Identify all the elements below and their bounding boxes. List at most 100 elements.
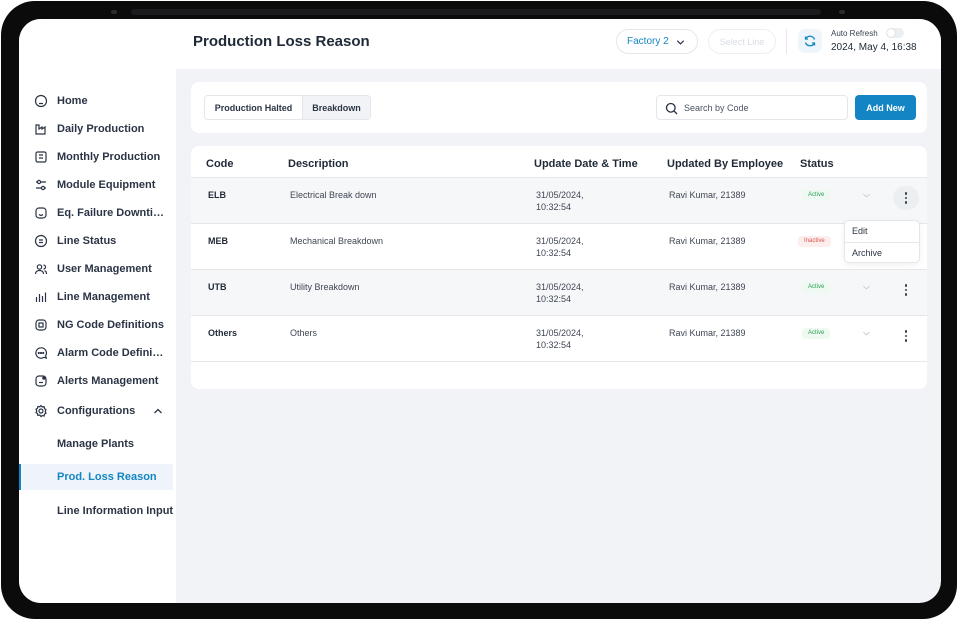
cell-code: Others — [208, 328, 238, 338]
table-row[interactable]: Others Others 31/05/2024, 10:32:54 Ravi … — [191, 316, 927, 362]
cell-time: 10:32:54 — [536, 202, 572, 212]
cell-employee: Ravi Kumar, 21389 — [669, 236, 746, 246]
cell-code: MEB — [208, 236, 228, 246]
top-header: Production Loss Reason Factory 2 Select … — [176, 19, 941, 69]
cell-time: 10:32:54 — [536, 294, 572, 304]
sidebar-item-label: Monthly Production — [57, 151, 161, 163]
chevron-up-icon[interactable] — [152, 405, 164, 417]
search-box — [656, 95, 848, 120]
column-header-status[interactable]: Status — [800, 158, 834, 170]
cell-employee: Ravi Kumar, 21389 — [669, 328, 746, 338]
sidebar-subitem-label: Line Information Input — [57, 505, 174, 517]
chevron-down-icon — [676, 40, 685, 45]
column-header-update-date[interactable]: Update Date & Time — [534, 158, 638, 170]
list-icon — [34, 234, 48, 248]
dot — [904, 330, 908, 333]
page-title: Production Loss Reason — [193, 33, 370, 50]
cell-update-date: 31/05/2024, 10:32:54 — [536, 235, 584, 259]
sidebar-subitem-line-information-input[interactable]: Line Information Input — [19, 498, 173, 524]
column-header-updated-by[interactable]: Updated By Employee — [667, 158, 783, 170]
sidebar-item-label: Alarm Code Definiti... — [57, 347, 167, 359]
sidebar-item-line-management[interactable]: Line Management — [19, 284, 176, 310]
cell-description: Electrical Break down — [290, 190, 377, 200]
cell-date: 31/05/2024, — [536, 236, 584, 246]
chevron-down-icon[interactable] — [861, 282, 872, 293]
dot — [904, 288, 908, 292]
table-row[interactable]: MEB Mechanical Breakdown 31/05/2024, 10:… — [191, 224, 927, 270]
table-row[interactable]: ELB Electrical Break down 31/05/2024, 10… — [191, 178, 927, 224]
sidebar-item-user-management[interactable]: User Management — [19, 256, 176, 282]
dot — [904, 293, 908, 296]
users-icon — [34, 264, 48, 275]
chevron-down-icon[interactable] — [861, 328, 872, 339]
device-top-bezel — [131, 9, 821, 15]
row-actions-button[interactable] — [893, 324, 919, 348]
tab-breakdown[interactable]: Breakdown — [303, 96, 370, 119]
current-datetime: 2024, May 4, 16:38 — [831, 42, 917, 53]
row-actions-button[interactable] — [893, 278, 919, 302]
alert-box-icon — [35, 375, 47, 387]
column-header-description[interactable]: Description — [288, 158, 349, 170]
sidebar-subitem-label: Prod. Loss Reason — [57, 471, 157, 483]
header-divider — [786, 29, 787, 54]
cell-employee: Ravi Kumar, 21389 — [669, 190, 746, 200]
dot — [904, 196, 908, 200]
search-input[interactable] — [684, 100, 839, 116]
menu-item-archive[interactable]: Archive — [852, 248, 882, 258]
sidebar-item-monthly-production[interactable]: Monthly Production — [19, 144, 176, 170]
sidebar-item-line-status[interactable]: Line Status — [19, 228, 176, 254]
line-select[interactable]: Select Line — [708, 29, 776, 54]
device-sensor — [839, 10, 845, 14]
cell-update-date: 31/05/2024, 10:32:54 — [536, 189, 584, 213]
column-header-code[interactable]: Code — [206, 158, 234, 170]
auto-refresh-label: Auto Refresh — [831, 29, 878, 38]
cell-description: Utility Breakdown — [290, 282, 360, 292]
alert-face-icon — [35, 207, 47, 219]
toolbar-card: Production Halted Breakdown Add New — [191, 82, 927, 133]
factory-icon — [35, 124, 46, 135]
cell-update-date: 31/05/2024, 10:32:54 — [536, 327, 584, 351]
home-icon — [34, 94, 48, 108]
chevron-down-icon[interactable] — [861, 190, 872, 201]
sidebar-subitem-manage-plants[interactable]: Manage Plants — [19, 431, 173, 457]
cell-description: Mechanical Breakdown — [290, 236, 384, 246]
cell-time: 10:32:54 — [536, 248, 572, 258]
table-row[interactable]: UTB Utility Breakdown 31/05/2024, 10:32:… — [191, 270, 927, 316]
sidebar-item-label: Line Management — [57, 291, 150, 303]
calendar-icon — [35, 151, 47, 163]
category-tabs: Production Halted Breakdown — [204, 95, 371, 120]
sliders-icon — [36, 179, 46, 191]
sidebar-item-alerts-management[interactable]: Alerts Management — [19, 368, 176, 394]
refresh-button[interactable] — [798, 29, 822, 53]
factory-select-value: Factory 2 — [627, 36, 669, 47]
dot — [904, 339, 908, 342]
sidebar-item-label: Home — [57, 95, 88, 107]
sidebar-item-label: Line Status — [57, 235, 117, 247]
sidebar-item-label: Daily Production — [57, 123, 145, 135]
app-screen: Home Daily Production Monthly Production… — [19, 19, 941, 603]
sidebar-item-configurations[interactable]: Configurations — [19, 398, 176, 424]
row-actions-menu: Edit Archive — [844, 220, 920, 263]
sidebar-subitem-label: Manage Plants — [57, 438, 135, 450]
row-actions-button[interactable] — [893, 186, 919, 210]
sidebar-item-eq-failure-downtime[interactable]: Eq. Failure Downtime — [19, 200, 176, 226]
factory-select[interactable]: Factory 2 — [616, 29, 698, 54]
cell-code: ELB — [208, 190, 226, 200]
cell-description: Others — [290, 328, 318, 338]
sidebar-item-home[interactable]: Home — [19, 88, 176, 114]
chip-icon — [35, 319, 47, 331]
cell-date: 31/05/2024, — [536, 328, 584, 338]
menu-item-edit[interactable]: Edit — [852, 226, 868, 236]
sidebar-item-alarm-code-definitions[interactable]: Alarm Code Definiti... — [19, 340, 176, 366]
auto-refresh-toggle[interactable] — [886, 28, 904, 38]
sidebar-subitem-prod-loss-reason[interactable]: Prod. Loss Reason — [19, 464, 173, 490]
dot — [904, 284, 908, 287]
sidebar-item-label: Configurations — [57, 405, 136, 417]
sidebar-item-module-equipment[interactable]: Module Equipment — [19, 172, 176, 198]
tab-production-halted[interactable]: Production Halted — [205, 96, 303, 119]
status-badge: Active — [802, 328, 831, 339]
sidebar-item-label: User Management — [57, 263, 152, 275]
sidebar-item-daily-production[interactable]: Daily Production — [19, 116, 176, 142]
add-new-button[interactable]: Add New — [855, 95, 916, 120]
sidebar-item-ng-code-definitions[interactable]: NG Code Definitions — [19, 312, 176, 338]
